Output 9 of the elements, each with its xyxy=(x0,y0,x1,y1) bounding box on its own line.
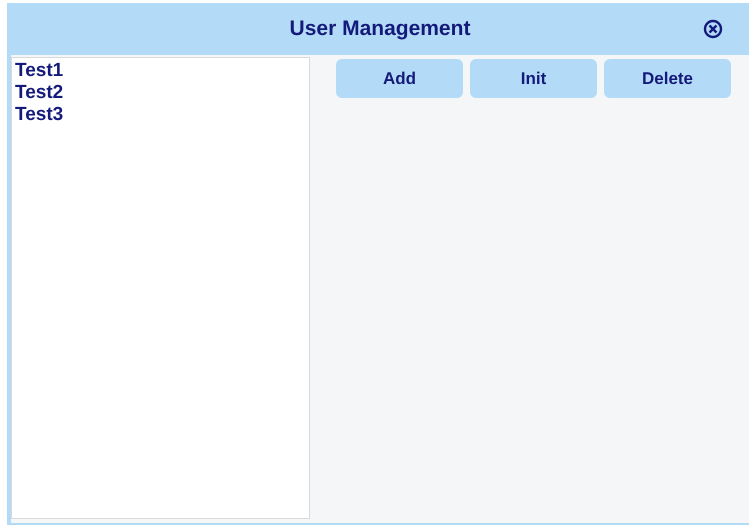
action-button[interactable]: Delete xyxy=(604,59,731,98)
user-item[interactable]: Test2 xyxy=(15,82,306,104)
action-button[interactable]: Init xyxy=(470,59,597,98)
action-button[interactable]: Add xyxy=(336,59,463,98)
user-item[interactable]: Test1 xyxy=(15,60,306,82)
window-title: User Management xyxy=(290,17,470,41)
close-icon xyxy=(703,19,723,39)
close-button[interactable] xyxy=(703,19,723,39)
user-item[interactable]: Test3 xyxy=(15,104,306,126)
